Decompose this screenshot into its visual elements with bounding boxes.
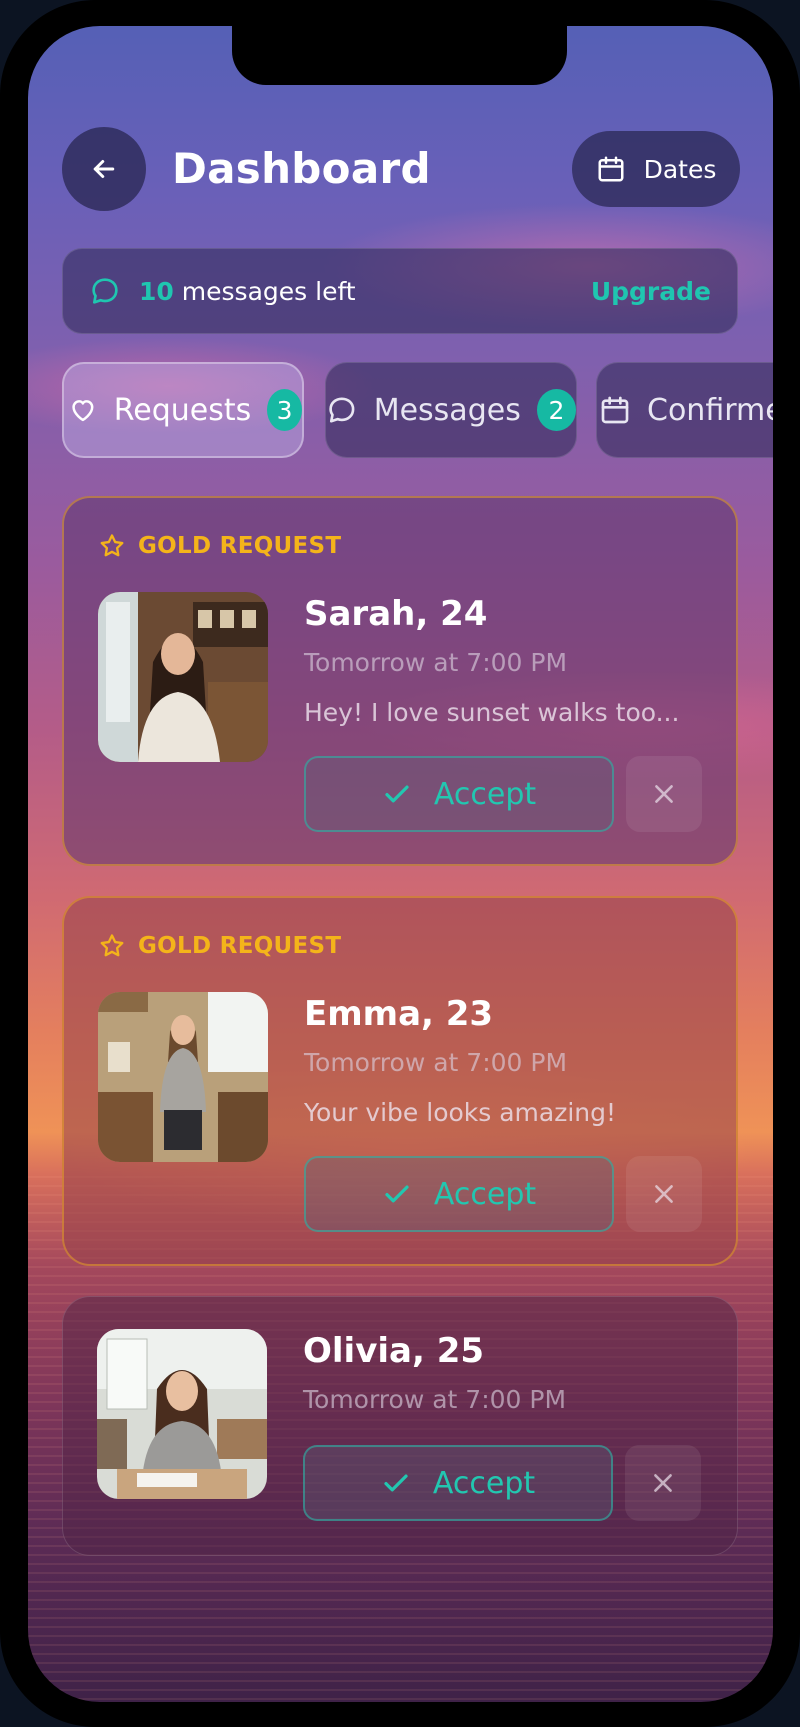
accept-button[interactable]: Accept (304, 1156, 614, 1232)
profile-photo[interactable] (98, 592, 268, 762)
accept-button[interactable]: Accept (303, 1445, 613, 1521)
request-card: GOLD REQUEST Sarah, 24 Tomorrow at 7:00 … (62, 496, 738, 866)
request-message: Hey! I love sunset walks too... (304, 698, 680, 727)
request-card: GOLD REQUEST Emma, 23 Tomorrow at 7:00 P… (62, 896, 738, 1266)
check-icon (385, 785, 409, 803)
request-name: Sarah, 24 (304, 594, 488, 634)
app-screen: Dashboard Dates 10 messages left Upgrade… (28, 26, 773, 1702)
gold-request-text: GOLD REQUEST (138, 533, 342, 559)
check-icon (384, 1474, 408, 1492)
decline-button[interactable] (625, 1445, 701, 1521)
check-icon (385, 1185, 409, 1203)
profile-photo[interactable] (98, 992, 268, 1162)
tab-requests[interactable]: Requests 3 (62, 362, 304, 458)
request-time: Tomorrow at 7:00 PM (304, 1048, 568, 1077)
phone-frame: Dashboard Dates 10 messages left Upgrade… (0, 0, 800, 1727)
gold-request-label: GOLD REQUEST (98, 932, 341, 960)
accept-label: Accept (432, 1465, 536, 1501)
accept-label: Accept (433, 1176, 537, 1212)
request-card: Olivia, 25 Tomorrow at 7:00 PM Accept (62, 1296, 738, 1556)
tab-messages-badge: 2 (536, 389, 576, 431)
accept-label: Accept (433, 776, 537, 812)
tab-confirmed-label: Confirmed (647, 392, 773, 428)
star-icon (100, 934, 124, 957)
close-icon (654, 1474, 672, 1492)
tab-requests-badge: 3 (267, 389, 302, 431)
profile-photo[interactable] (97, 1329, 267, 1499)
decline-button[interactable] (626, 756, 702, 832)
calendar-icon (601, 396, 629, 424)
tab-messages[interactable]: Messages 2 (325, 362, 577, 458)
tab-requests-label: Requests (113, 392, 252, 428)
tab-messages-label: Messages (373, 392, 521, 428)
close-icon (655, 1185, 673, 1203)
request-time: Tomorrow at 7:00 PM (304, 648, 568, 677)
decline-button[interactable] (626, 1156, 702, 1232)
request-time: Tomorrow at 7:00 PM (303, 1385, 567, 1414)
heart-icon (72, 400, 94, 422)
tab-confirmed[interactable]: Confirmed (596, 362, 773, 458)
request-message: Your vibe looks amazing! (304, 1098, 617, 1127)
tab-bar: Requests 3 Messages 2 Confirmed (28, 26, 773, 546)
request-name: Emma, 23 (304, 994, 494, 1034)
accept-button[interactable]: Accept (304, 756, 614, 832)
chat-icon (329, 397, 355, 423)
phone-notch (232, 26, 567, 85)
star-icon (100, 534, 124, 557)
close-icon (655, 785, 673, 803)
request-name: Olivia, 25 (303, 1331, 485, 1371)
gold-request-label: GOLD REQUEST (98, 532, 341, 560)
gold-request-text: GOLD REQUEST (138, 933, 342, 959)
